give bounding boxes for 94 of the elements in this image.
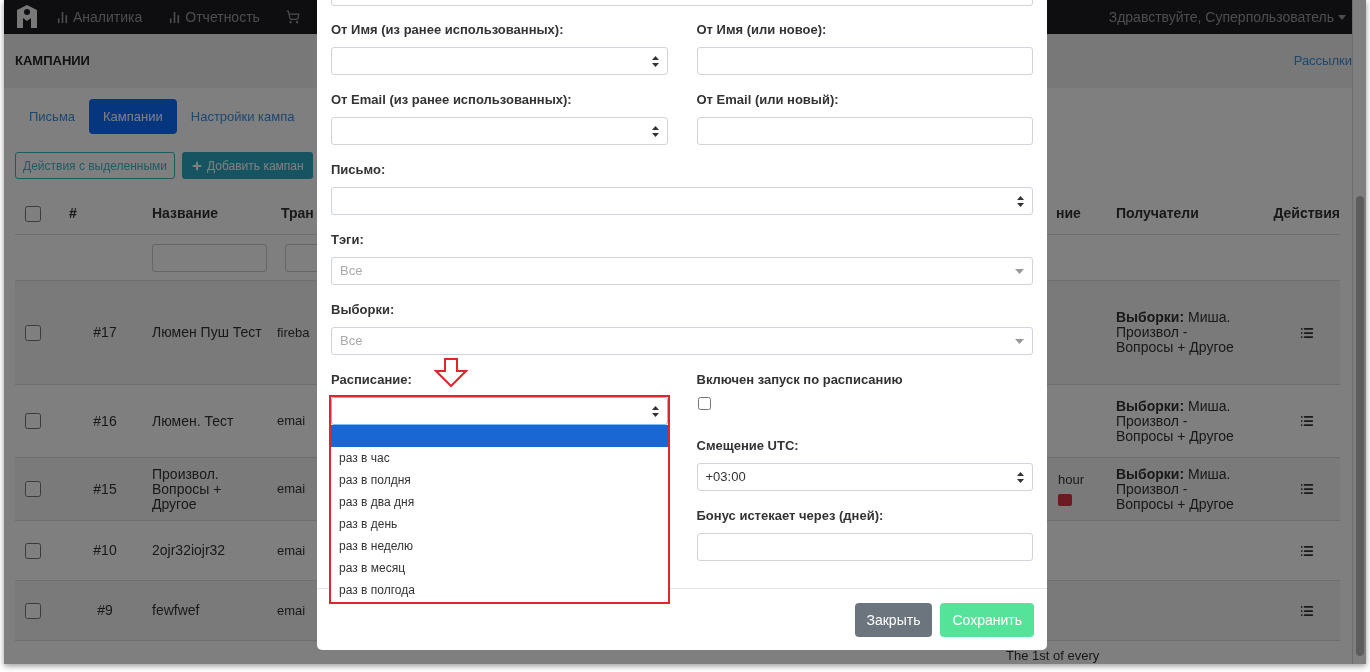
column-header: ние: [1056, 205, 1081, 221]
dropdown-option[interactable]: раз в полгода: [331, 579, 668, 601]
field-label: От Имя (или новое):: [696, 22, 828, 37]
field-label: Тэги:: [331, 232, 365, 247]
schedule-checkbox[interactable]: [697, 397, 711, 410]
table-cell: Люмен Пуш Тест: [152, 324, 262, 340]
column-header: Действия: [1273, 205, 1340, 221]
filter-field[interactable]: [152, 243, 267, 272]
logo-icon: [16, 4, 38, 30]
table-cell: #10: [93, 542, 117, 558]
row-checkbox[interactable]: [25, 413, 41, 429]
down-arrow-icon: [433, 358, 468, 388]
column-header: Название: [152, 205, 219, 221]
caret-icon: [1338, 14, 1346, 20]
schedule-select[interactable]: [331, 397, 668, 425]
field-label: От Email (из ранее использованных):: [331, 92, 573, 107]
tab[interactable]: Кампании: [89, 99, 177, 134]
table-cell: #16: [93, 412, 117, 429]
dropdown-option[interactable]: раз в день: [331, 513, 668, 535]
nav-link[interactable]: Отчетность: [168, 6, 260, 28]
tab[interactable]: Настройки кампа: [176, 99, 309, 134]
select-caret-icon: [1017, 471, 1024, 483]
bulk-actions-button[interactable]: Действия с выделенными: [15, 152, 176, 179]
cart-icon[interactable]: [285, 10, 300, 24]
list-icon[interactable]: [1299, 414, 1314, 428]
row-checkbox[interactable]: [25, 542, 41, 559]
caret-icon: [1015, 268, 1024, 274]
table-cell: fireba: [277, 324, 310, 340]
row-checkbox[interactable]: [25, 324, 41, 341]
field-label: Расписание:: [331, 372, 412, 387]
select-caret-icon: [651, 405, 659, 417]
save-button[interactable]: Сохранить: [940, 603, 1034, 637]
table-cell: emai: [277, 602, 306, 618]
select-all-checkbox[interactable]: [25, 205, 41, 222]
caret-icon: [1015, 338, 1024, 344]
select-field[interactable]: [331, 117, 668, 145]
utc-offset-select[interactable]: +03:00: [696, 463, 1033, 491]
field-label: От Email (или новый):: [696, 92, 840, 107]
column-header: Тран: [281, 205, 314, 221]
select-caret-icon: [651, 55, 659, 67]
column-header: #: [69, 205, 77, 221]
table-cell: Выборки: Миша. Произвол - Вопросы + Другое: [1116, 465, 1234, 512]
row-checkbox[interactable]: [25, 602, 41, 619]
select-field[interactable]: Все: [331, 327, 1033, 355]
field-label: Выборки:: [331, 302, 396, 317]
field-label: От Имя (из ранее использованных):: [331, 22, 565, 37]
table-cell: #17: [93, 324, 117, 340]
table-cell: emai: [277, 481, 306, 497]
dropdown-option[interactable]: раз в неделю: [331, 535, 668, 557]
bar-chart-icon: [168, 10, 182, 24]
field-label: Включен запуск по расписанию: [696, 372, 904, 387]
page-title: КАМПАНИИ: [15, 52, 90, 71]
dropdown-option[interactable]: раз в полдня: [331, 469, 668, 491]
table-cell-text: hour: [1058, 472, 1086, 486]
user-menu[interactable]: Здравствуйте, Суперпользователь: [1108, 6, 1346, 28]
input-field[interactable]: [696, 533, 1033, 561]
table-cell: #15: [93, 480, 117, 497]
table-cell: emai: [277, 413, 306, 429]
plus-icon: [191, 159, 204, 172]
table-cell: fewfwef: [152, 602, 200, 618]
add-campaign-button[interactable]: Добавить кампан: [182, 152, 313, 179]
table-cell: Выборки: Миша. Произвол - Вопросы + Другое: [1116, 397, 1234, 444]
table-cell: Люмен. Тест: [152, 412, 234, 429]
breadcrumb-link[interactable]: Рассылки: [1293, 51, 1352, 71]
input-field[interactable]: [696, 117, 1033, 145]
select-field[interactable]: Все: [331, 257, 1033, 285]
bar-chart-icon: [56, 10, 69, 24]
table-cell: 2ojr32iojr32: [152, 542, 226, 558]
dropdown-option[interactable]: раз в час: [331, 447, 668, 469]
input-field[interactable]: [696, 47, 1033, 75]
list-icon[interactable]: [1299, 482, 1314, 496]
list-icon[interactable]: [1299, 603, 1314, 618]
row-checkbox[interactable]: [25, 481, 41, 497]
table-cell: #9: [97, 602, 113, 618]
dropdown-option[interactable]: раз в месяц: [331, 557, 668, 579]
field-label: Бонус истекает через (дней):: [696, 508, 885, 523]
table-cell: Произвол. Вопросы + Другое: [152, 465, 222, 512]
column-header: Получатели: [1116, 205, 1199, 221]
select-field[interactable]: [331, 47, 668, 75]
field-label: Письмо:: [331, 162, 387, 177]
table-cell: Выборки: Миша. Произвол - Вопросы + Другое: [1116, 309, 1234, 355]
list-icon[interactable]: [1299, 543, 1314, 558]
select-caret-icon: [651, 125, 659, 137]
field-label: Смещение UTC:: [696, 438, 800, 453]
tab[interactable]: Письма: [15, 99, 90, 134]
select-field[interactable]: [331, 187, 1033, 215]
nav-link[interactable]: Аналитика: [56, 6, 143, 28]
scrollbar[interactable]: [1352, 0, 1366, 664]
table-cell-text: The 1st of every: [1006, 649, 1101, 662]
close-button[interactable]: Закрыть: [854, 603, 933, 637]
dropdown-option[interactable]: раз в два дня: [331, 491, 668, 513]
table-cell: emai: [277, 542, 306, 558]
select-caret-icon: [1017, 195, 1024, 207]
list-icon[interactable]: [1299, 325, 1314, 340]
